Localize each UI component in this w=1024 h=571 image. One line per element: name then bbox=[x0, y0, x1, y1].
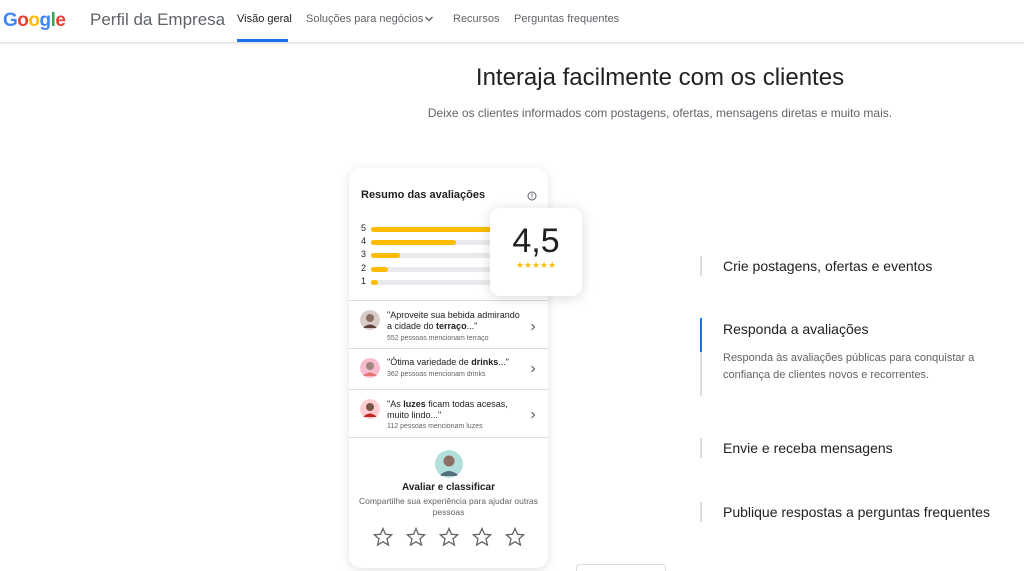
quote-text: "Ótima variedade de bbox=[387, 357, 472, 367]
google-logo[interactable]: Google bbox=[3, 10, 66, 32]
hero-subtitle: Deixe os clientes informados com postage… bbox=[427, 106, 893, 120]
logo-letter: e bbox=[55, 10, 66, 31]
nav-resources[interactable]: Recursos bbox=[453, 13, 499, 25]
rating-bar-label: 3 bbox=[361, 249, 367, 259]
reviewer-avatar bbox=[360, 358, 380, 378]
chevron-right-icon[interactable] bbox=[529, 323, 537, 331]
reviewer-avatar bbox=[360, 399, 380, 419]
quote-keyword: drinks bbox=[471, 357, 499, 367]
review-item[interactable]: "Aproveite sua bebida admirando a cidade… bbox=[349, 300, 548, 348]
rating-stars: ★★★★★ bbox=[515, 260, 557, 270]
reviewer-avatar bbox=[360, 310, 380, 330]
rating-bar-fill bbox=[371, 267, 388, 272]
quote-text: "As bbox=[387, 399, 404, 409]
feature-indicator bbox=[700, 502, 702, 522]
user-avatar bbox=[435, 450, 463, 478]
star-outline-icon[interactable] bbox=[373, 527, 393, 547]
rating-bar-fill bbox=[371, 240, 456, 245]
rate-subtitle: Compartilhe sua experiência para ajudar … bbox=[349, 496, 548, 518]
rating-bar-fill bbox=[371, 280, 378, 285]
star-outline-icon[interactable] bbox=[406, 527, 426, 547]
review-item[interactable]: "Ótima variedade de drinks..." 362 pesso… bbox=[349, 348, 548, 389]
card-title: Resumo das avaliações bbox=[361, 189, 486, 201]
rate-title: Avaliar e classificar bbox=[401, 482, 496, 493]
logo-letter: g bbox=[39, 10, 52, 31]
nav-faq[interactable]: Perguntas frequentes bbox=[514, 13, 619, 25]
review-item[interactable]: "As luzes ficam todas acesas, muito lind… bbox=[349, 389, 548, 437]
star-outline-icon[interactable] bbox=[439, 527, 459, 547]
active-tab-indicator bbox=[237, 39, 288, 42]
feature-indicator bbox=[700, 256, 702, 276]
feature-reply-reviews[interactable]: Responda a avaliações bbox=[723, 321, 869, 337]
logo-letter: o bbox=[17, 10, 29, 31]
feature-faq-answers[interactable]: Publique respostas a perguntas frequente… bbox=[723, 504, 990, 520]
review-mentions: 362 pessoas mencionam drinks bbox=[387, 371, 486, 378]
review-mentions: 552 pessoas mencionam terraço bbox=[387, 335, 489, 342]
feature-indicator bbox=[700, 352, 702, 396]
star-outline-icon[interactable] bbox=[505, 527, 525, 547]
info-icon[interactable] bbox=[527, 191, 537, 201]
review-quote: "Aproveite sua bebida admirando a cidade… bbox=[387, 310, 527, 332]
chevron-right-icon[interactable] bbox=[529, 365, 537, 373]
chevron-down-icon[interactable] bbox=[424, 14, 434, 24]
quote-text: ..." bbox=[498, 357, 509, 367]
chevron-right-icon[interactable] bbox=[529, 411, 537, 419]
floating-panel-edge bbox=[576, 564, 666, 571]
review-mentions: 112 pessoas mencionam luzes bbox=[387, 423, 483, 430]
average-rating-box: 4,5 ★★★★★ bbox=[490, 208, 582, 296]
review-quote: "As luzes ficam todas acesas, muito lind… bbox=[387, 399, 527, 421]
feature-create-posts[interactable]: Crie postagens, ofertas e eventos bbox=[723, 258, 932, 274]
quote-text: ..." bbox=[466, 321, 478, 331]
review-quote: "Ótima variedade de drinks..." bbox=[387, 357, 527, 368]
divider bbox=[349, 437, 548, 438]
quote-keyword: luzes bbox=[403, 399, 426, 409]
rating-bar-fill bbox=[371, 253, 400, 258]
star-outline-icon[interactable] bbox=[472, 527, 492, 547]
feature-reply-reviews-description: Responda às avaliações públicas para con… bbox=[723, 352, 975, 381]
rating-bar-label: 4 bbox=[361, 236, 367, 246]
rating-bar-label: 2 bbox=[361, 263, 367, 273]
logo-letter: o bbox=[28, 10, 40, 31]
feature-messages[interactable]: Envie e receba mensagens bbox=[723, 440, 893, 456]
quote-keyword: terraço bbox=[436, 321, 467, 331]
feature-indicator-active bbox=[700, 318, 702, 352]
product-name[interactable]: Perfil da Empresa bbox=[90, 10, 225, 30]
nav-business-solutions[interactable]: Soluções para negócios bbox=[306, 13, 423, 25]
rating-bar-label: 1 bbox=[361, 276, 367, 286]
feature-indicator bbox=[700, 438, 702, 458]
rating-bar-label: 5 bbox=[361, 223, 367, 233]
top-header: Google Perfil da Empresa Visão geral Sol… bbox=[0, 0, 1024, 42]
hero-title: Interaja facilmente com os clientes bbox=[475, 64, 845, 91]
nav-overview[interactable]: Visão geral bbox=[237, 13, 292, 25]
rate-subtitle-text: Compartilhe sua experiência para ajudar … bbox=[358, 496, 539, 517]
average-rating: 4,5 bbox=[512, 222, 560, 260]
logo-letter: G bbox=[3, 10, 18, 31]
